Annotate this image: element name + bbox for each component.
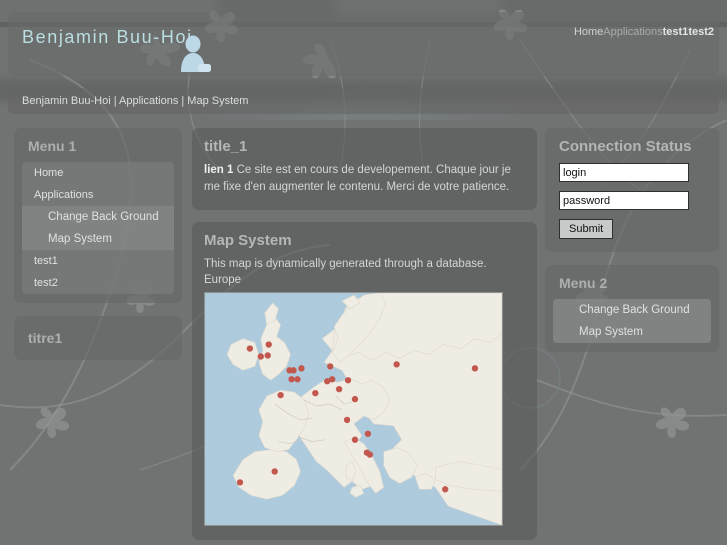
map-marker[interactable] — [246, 345, 254, 352]
topnav-item-test2[interactable]: test2 — [688, 26, 714, 38]
map-marker[interactable] — [364, 430, 372, 437]
panel-menu1: Menu 1 Home Applications Change Back Gro… — [14, 128, 182, 303]
menu2-list: Change Back Ground Map System — [553, 299, 711, 343]
sidebar-item-test2[interactable]: test2 — [22, 272, 174, 294]
header-panel: Benjamin Buu-Hoi — [8, 12, 719, 76]
map-marker[interactable] — [298, 365, 305, 372]
map-marker[interactable] — [343, 416, 351, 424]
right-sidebar: Connection Status Submit Menu 2 Change B… — [545, 128, 719, 365]
breadcrumb-text: Benjamin Buu-Hoi | Applications | Map Sy… — [22, 95, 249, 107]
card2-body: This map is dynamically generated throug… — [204, 258, 487, 270]
sidebar-item-test1[interactable]: test1 — [22, 250, 174, 272]
password-input[interactable] — [559, 191, 689, 210]
map-marker[interactable] — [327, 363, 334, 370]
map-marker[interactable] — [265, 341, 272, 348]
user-avatar-icon — [178, 34, 214, 72]
map-marker[interactable] — [471, 365, 479, 372]
content-card-title1: title_1 lien 1 Ce site est en cours de d… — [192, 128, 537, 210]
map-marker[interactable] — [236, 479, 244, 486]
map-marker[interactable] — [351, 436, 359, 443]
main-content: title_1 lien 1 Ce site est en cours de d… — [192, 128, 537, 545]
sidebar-item-applications[interactable]: Applications — [22, 184, 174, 206]
topnav-item-test1[interactable]: test1 — [663, 26, 689, 38]
sidebar-item-map-system[interactable]: Map System — [22, 228, 174, 250]
map-marker[interactable] — [294, 376, 301, 383]
map-marker[interactable] — [442, 486, 449, 493]
card1-body-text: Ce site est en cours de developement. Ch… — [204, 164, 511, 193]
map-marker[interactable] — [335, 385, 343, 393]
menu2-item-map-system[interactable]: Map System — [553, 321, 711, 343]
map-marker[interactable] — [290, 367, 297, 374]
map-marker[interactable] — [393, 361, 400, 368]
login-input[interactable] — [559, 163, 689, 182]
map-region-caption: Europe — [204, 274, 242, 286]
map-marker[interactable] — [277, 391, 284, 399]
left-sidebar: Menu 1 Home Applications Change Back Gro… — [14, 128, 182, 373]
map-marker[interactable] — [264, 352, 271, 359]
panel-menu2: Menu 2 Change Back Ground Map System — [545, 265, 719, 352]
card2-title: Map System — [204, 232, 292, 249]
menu2-title: Menu 2 — [559, 275, 608, 291]
map-marker[interactable] — [351, 395, 359, 403]
titre1-title: titre1 — [28, 330, 63, 346]
sidebar-item-home[interactable]: Home — [22, 162, 174, 184]
map-marker[interactable] — [329, 376, 336, 383]
submit-button[interactable]: Submit — [559, 219, 614, 239]
breadcrumb[interactable]: Benjamin Buu-Hoi | Applications | Map Sy… — [8, 88, 719, 114]
card1-body: lien 1 Ce site est en cours de developem… — [204, 162, 525, 196]
menu2-item-change-back-ground[interactable]: Change Back Ground — [553, 299, 711, 321]
top-navigation[interactable]: Home Applications test1 test2 — [574, 26, 714, 38]
map-marker[interactable] — [271, 468, 278, 475]
map-marker[interactable] — [288, 376, 295, 383]
menu1-title: Menu 1 — [28, 138, 77, 154]
panel-connection-status: Connection Status Submit — [545, 128, 719, 252]
site-title: Benjamin Buu-Hoi — [22, 27, 193, 47]
panel-titre1: titre1 — [14, 316, 182, 360]
topnav-item-applications[interactable]: Applications — [603, 26, 662, 38]
sidebar-item-change-back-ground[interactable]: Change Back Ground — [22, 206, 174, 228]
card1-title: title_1 — [204, 138, 248, 155]
card1-link[interactable]: lien 1 — [204, 164, 233, 176]
map-marker[interactable] — [363, 449, 371, 456]
map-marker[interactable] — [312, 389, 319, 397]
map-marker[interactable] — [344, 377, 352, 384]
map-marker[interactable] — [257, 353, 264, 360]
connection-status-title: Connection Status — [559, 138, 692, 155]
europe-map-image[interactable] — [204, 292, 503, 526]
menu1-list: Home Applications Change Back Ground Map… — [22, 162, 174, 294]
content-card-map: Map System This map is dynamically gener… — [192, 222, 537, 540]
topnav-item-home[interactable]: Home — [574, 26, 603, 38]
